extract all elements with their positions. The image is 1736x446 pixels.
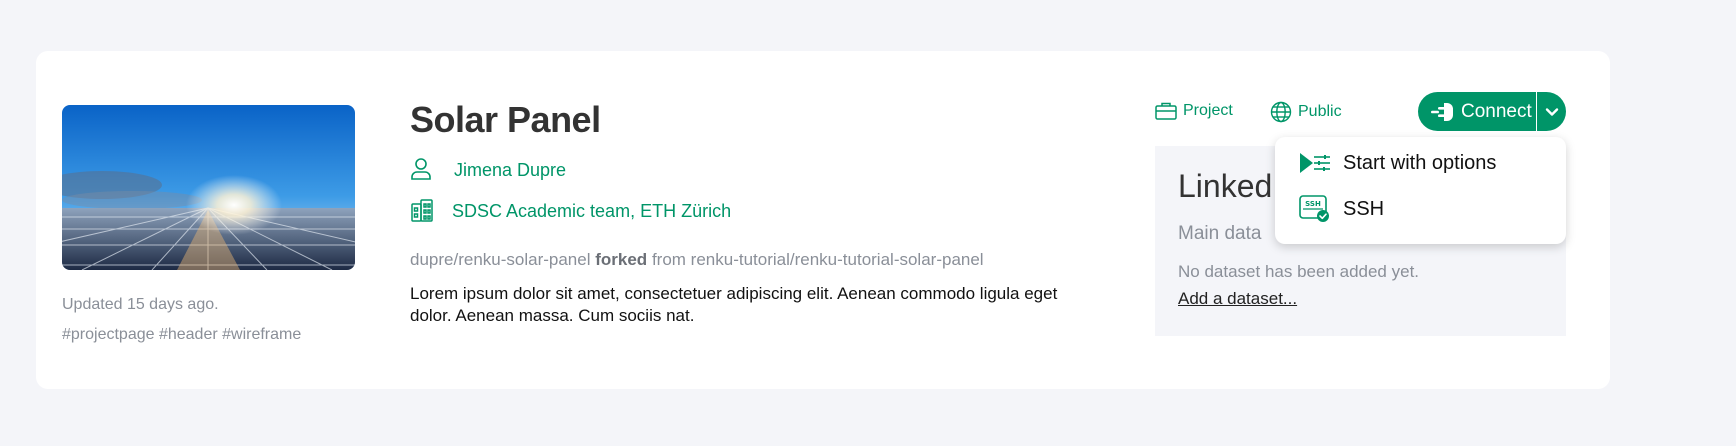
organization-link[interactable]: SDSC Academic team, ETH Zürich bbox=[452, 201, 731, 222]
no-dataset-text: No dataset has been added yet. bbox=[1178, 262, 1420, 281]
linked-title: Linked bbox=[1178, 168, 1273, 204]
briefcase-icon bbox=[1155, 102, 1177, 120]
ssh-item[interactable]: SSH SSH bbox=[1299, 195, 1384, 223]
ssh-icon: SSH bbox=[1299, 195, 1329, 222]
fork-source[interactable]: renku-tutorial/renku-tutorial-solar-pane… bbox=[691, 250, 984, 269]
chevron-down-icon bbox=[1545, 107, 1558, 116]
author-row: Jimena Dupre bbox=[410, 157, 566, 183]
fork-keyword: forked bbox=[595, 250, 648, 269]
ssh-label: SSH bbox=[1343, 197, 1385, 220]
project-tags: #projectpage #header #wireframe bbox=[62, 326, 302, 343]
fork-path: dupre/renku-solar-panel bbox=[410, 250, 591, 269]
svg-text:SSH: SSH bbox=[1305, 200, 1321, 208]
project-header-card: Updated 15 days ago. #projectpage #heade… bbox=[36, 51, 1610, 389]
project-type-label: Project bbox=[1183, 102, 1233, 119]
fork-from-label: from bbox=[651, 250, 686, 269]
author-link[interactable]: Jimena Dupre bbox=[454, 160, 566, 181]
linked-subtitle: Main data bbox=[1178, 223, 1262, 244]
project-description: Lorem ipsum dolor sit amet, consectetuer… bbox=[410, 284, 1058, 325]
connect-button[interactable]: Connect bbox=[1418, 92, 1536, 131]
organization-row: SDSC Academic team, ETH Zürich bbox=[410, 198, 731, 224]
updated-text: Updated 15 days ago. bbox=[62, 296, 219, 313]
plug-icon bbox=[1431, 102, 1453, 121]
connect-label: Connect bbox=[1461, 100, 1532, 122]
add-dataset-link[interactable]: Add a dataset... bbox=[1178, 289, 1297, 309]
visibility-badge[interactable]: Public bbox=[1270, 101, 1342, 123]
connect-dropdown-menu: Start with options SSH SSH bbox=[1275, 137, 1566, 244]
fork-info: dupre/renku-solar-panel forked from renk… bbox=[410, 250, 984, 270]
project-title: Solar Panel bbox=[410, 99, 601, 140]
play-options-icon bbox=[1300, 153, 1330, 173]
start-with-options-label: Start with options bbox=[1343, 151, 1497, 174]
project-thumbnail bbox=[62, 105, 355, 270]
visibility-label: Public bbox=[1298, 103, 1342, 120]
connect-dropdown-toggle[interactable] bbox=[1537, 92, 1566, 131]
globe-icon bbox=[1270, 101, 1292, 123]
connect-button-group: Connect bbox=[1418, 92, 1566, 131]
start-with-options-item[interactable]: Start with options bbox=[1299, 151, 1496, 175]
building-icon bbox=[411, 199, 433, 222]
user-icon bbox=[411, 158, 431, 180]
project-type-badge[interactable]: Project bbox=[1155, 101, 1233, 121]
